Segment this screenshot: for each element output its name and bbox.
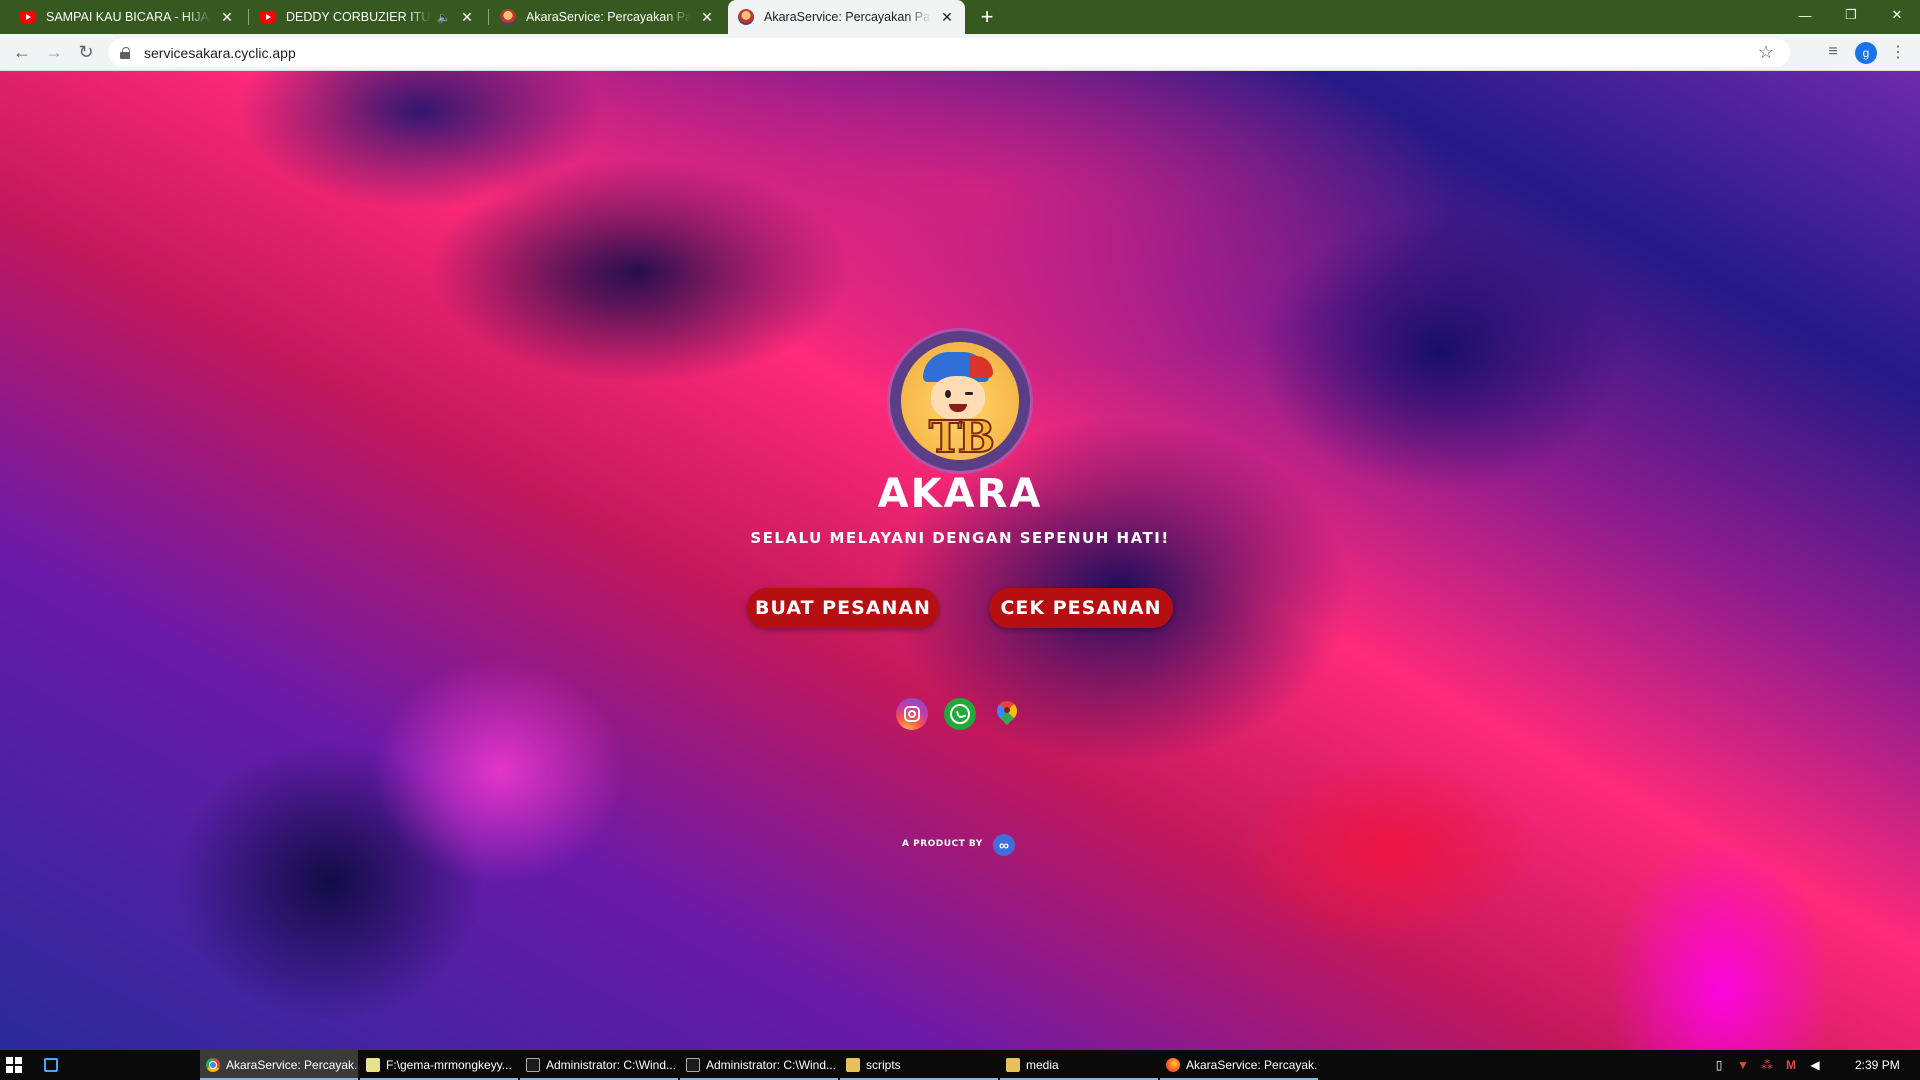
lock-icon[interactable]: [120, 46, 130, 59]
address-bar[interactable]: servicesakara.cyclic.app ☆: [108, 38, 1790, 67]
taskbar-item-notepad[interactable]: F:\gema-mrmongkeyy...: [360, 1050, 518, 1080]
infinity-logo-icon[interactable]: ∞: [993, 834, 1015, 856]
profile-avatar[interactable]: g: [1855, 42, 1877, 64]
url-text: servicesakara.cyclic.app: [144, 44, 296, 61]
network-icon[interactable]: ⁂: [1760, 1058, 1774, 1072]
taskbar-item-label: AkaraService: Percayak...: [226, 1058, 358, 1072]
tab-title: AkaraService: Percayakan Pada K: [764, 10, 931, 24]
taskbar-item-firefox[interactable]: AkaraService: Percayak...: [1160, 1050, 1318, 1080]
taskbar-item-label: media: [1026, 1058, 1059, 1072]
tab-title: AkaraService: Percayakan Pada K: [526, 10, 691, 24]
reload-icon[interactable]: ↻: [72, 38, 100, 66]
whatsapp-icon[interactable]: [944, 698, 976, 730]
notepad-icon: [366, 1058, 380, 1072]
shield-icon[interactable]: ▼: [1736, 1058, 1750, 1072]
cmd-icon: [526, 1058, 540, 1072]
akara-favicon-icon: [738, 9, 754, 25]
back-icon[interactable]: ←: [8, 38, 36, 66]
tab-title: SAMPAI KAU BICARA - HIJAU DA: [46, 10, 211, 24]
media-controls-icon[interactable]: ≡: [1819, 38, 1847, 66]
cmd-icon: [686, 1058, 700, 1072]
tab-separator: [248, 9, 249, 25]
chrome-icon: [206, 1058, 220, 1072]
youtube-icon: [260, 9, 276, 25]
tab-title: DEDDY CORBUZIER ITU LINT: [286, 10, 431, 24]
youtube-icon: [20, 9, 36, 25]
taskbar-item-cmd-2[interactable]: Administrator: C:\Wind...: [680, 1050, 838, 1080]
instagram-icon[interactable]: [896, 698, 928, 730]
taskview-icon[interactable]: [44, 1058, 58, 1072]
forward-icon[interactable]: →: [40, 38, 68, 66]
close-icon[interactable]: ✕: [459, 9, 475, 25]
taskbar-item-cmd-1[interactable]: Administrator: C:\Wind...: [520, 1050, 678, 1080]
taskbar-item-label: AkaraService: Percayak...: [1186, 1058, 1318, 1072]
minimize-button[interactable]: —: [1782, 0, 1828, 30]
cek-pesanan-button[interactable]: CEK PESANAN: [989, 588, 1173, 628]
close-icon[interactable]: ✕: [699, 9, 715, 25]
akara-logo: TB: [890, 331, 1030, 471]
m-app-icon[interactable]: M: [1784, 1058, 1798, 1072]
product-by-label: A PRODUCT BY: [902, 839, 983, 849]
logo-monogram: TB: [928, 411, 996, 460]
buat-pesanan-button[interactable]: BUAT PESANAN: [747, 588, 939, 628]
close-icon[interactable]: ✕: [219, 9, 235, 25]
speaker-icon[interactable]: 🔈: [437, 11, 451, 24]
volume-icon[interactable]: ◀: [1808, 1058, 1822, 1072]
tab-akara-active[interactable]: AkaraService: Percayakan Pada K ✕: [728, 0, 965, 34]
browser-toolbar: ← → ↻ servicesakara.cyclic.app ☆ ≡ ⋮: [0, 34, 1920, 71]
bookmark-star-icon[interactable]: ☆: [1758, 42, 1774, 63]
firefox-icon: [1166, 1058, 1180, 1072]
menu-kebab-icon[interactable]: ⋮: [1884, 38, 1912, 66]
folder-icon: [1006, 1058, 1020, 1072]
folder-icon: [846, 1058, 860, 1072]
new-tab-button[interactable]: +: [975, 4, 999, 29]
close-window-button[interactable]: ✕: [1874, 0, 1920, 30]
taskbar-item-label: scripts: [866, 1058, 901, 1072]
tab-youtube-2[interactable]: DEDDY CORBUZIER ITU LINT 🔈 ✕: [250, 0, 485, 34]
page-background: TB AKARA SELALU MELAYANI DENGAN SEPENUH …: [0, 71, 1920, 1050]
taskbar: AkaraService: Percayak... F:\gema-mrmong…: [0, 1050, 1920, 1080]
taskbar-item-scripts[interactable]: scripts: [840, 1050, 998, 1080]
mascot-illustration: TB: [901, 342, 1019, 460]
browser-tab-bar: SAMPAI KAU BICARA - HIJAU DA ✕ DEDDY COR…: [0, 0, 1920, 34]
akara-favicon-icon: [500, 9, 516, 25]
device-icon[interactable]: ▯: [1712, 1058, 1726, 1072]
google-maps-icon[interactable]: [991, 698, 1023, 730]
taskbar-item-chrome[interactable]: AkaraService: Percayak...: [200, 1050, 358, 1080]
tab-separator: [488, 9, 489, 25]
taskbar-item-label: F:\gema-mrmongkeyy...: [386, 1058, 512, 1072]
close-icon[interactable]: ✕: [939, 9, 955, 25]
taskbar-item-label: Administrator: C:\Wind...: [706, 1058, 837, 1072]
brand-title: AKARA: [877, 471, 1043, 517]
tagline: SELALU MELAYANI DENGAN SEPENUH HATI!: [750, 529, 1170, 547]
taskbar-item-label: Administrator: C:\Wind...: [546, 1058, 677, 1072]
taskbar-item-media[interactable]: media: [1000, 1050, 1158, 1080]
tab-youtube-1[interactable]: SAMPAI KAU BICARA - HIJAU DA ✕: [10, 0, 245, 34]
windows-start-icon[interactable]: [6, 1057, 22, 1073]
clock[interactable]: 2:39 PM: [1855, 1058, 1900, 1072]
tab-akara-1[interactable]: AkaraService: Percayakan Pada K ✕: [490, 0, 725, 34]
restore-button[interactable]: ❐: [1828, 0, 1874, 30]
